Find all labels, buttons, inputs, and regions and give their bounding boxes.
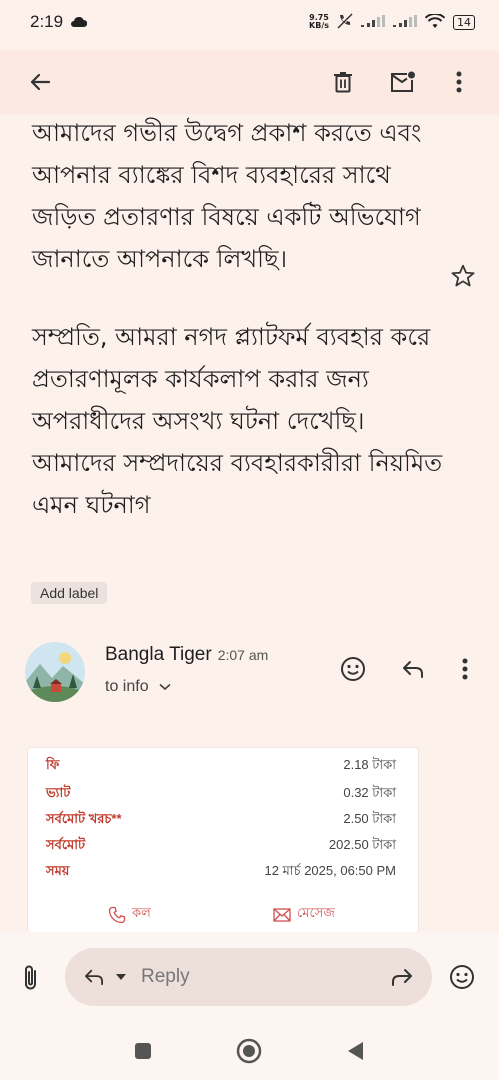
avatar-landscape-image — [25, 642, 85, 702]
cloud-icon — [71, 12, 88, 32]
receipt-row: সর্বমোট খরচ** 2.50 টাকা — [46, 810, 396, 830]
receipt-value: 2.18 টাকা — [343, 757, 396, 772]
home-button[interactable] — [234, 1036, 264, 1066]
back-triangle-icon — [348, 1042, 363, 1060]
back-nav-button[interactable] — [340, 1036, 370, 1066]
signal-1-icon — [361, 14, 385, 30]
delete-button[interactable] — [325, 64, 361, 100]
sender-name-line: Bangla Tiger 2:07 am — [105, 644, 268, 666]
receipt-actions: কল মেসেজ — [28, 900, 418, 930]
emoji-button[interactable] — [449, 964, 475, 994]
message-more-button[interactable] — [448, 652, 482, 686]
status-right: 9.75 KB/s 14 — [309, 12, 475, 32]
more-vert-icon — [462, 658, 468, 680]
message-header: Bangla Tiger 2:07 am to info — [0, 640, 499, 710]
recents-button[interactable] — [128, 1036, 158, 1066]
avatar[interactable] — [25, 642, 85, 702]
recipient-text: to info — [105, 678, 149, 695]
receipt-value: 202.50 টাকা — [328, 837, 396, 852]
recents-square-icon — [135, 1043, 151, 1059]
message-link[interactable]: মেসেজ — [273, 904, 335, 925]
back-arrow-icon — [30, 73, 51, 91]
signal-2-icon — [393, 14, 417, 30]
reply-button[interactable] — [396, 652, 430, 686]
net-speed: 9.75 KB/s — [309, 14, 329, 30]
reply-input[interactable]: Reply — [65, 948, 432, 1006]
receipt-row: ভ্যাট 0.32 টাকা — [46, 784, 396, 804]
net-speed-unit: KB/s — [309, 21, 329, 30]
email-toolbar — [0, 50, 499, 114]
receipt-label: সর্বমোট — [46, 837, 86, 852]
receipt-label: ভ্যাট — [46, 785, 71, 800]
emoji-react-button[interactable] — [336, 652, 370, 686]
receipt-label: সময় — [46, 863, 70, 878]
more-vert-icon — [456, 71, 462, 93]
star-icon — [451, 264, 475, 287]
call-label: কল — [132, 905, 151, 920]
receipt-label: সর্বমোট খরচ** — [46, 811, 122, 826]
star-button[interactable] — [447, 260, 479, 292]
reply-icon — [403, 661, 423, 678]
reply-type-dropdown-icon[interactable] — [115, 973, 127, 981]
home-circle-icon — [236, 1038, 262, 1064]
battery-level: 14 — [457, 15, 471, 29]
receipt-row: ফি 2.18 টাকা — [46, 756, 396, 776]
smiley-icon — [341, 657, 365, 681]
email-body: আমাদের গভীর উদ্বেগ প্রকাশ করতে এবং আপনার… — [32, 112, 452, 562]
battery-icon: 14 — [453, 14, 475, 30]
message-time: 2:07 am — [217, 647, 269, 663]
wifi-icon — [424, 12, 446, 31]
trash-icon — [334, 72, 352, 93]
receipt-label: ফি — [46, 757, 60, 772]
receipt-value: 12 মার্চ 2025, 06:50 PM — [264, 863, 396, 878]
back-button[interactable] — [22, 64, 58, 100]
no-call-icon — [337, 12, 353, 32]
forward-icon[interactable] — [390, 967, 414, 987]
system-nav-bar — [0, 1022, 499, 1080]
transaction-receipt: ফি 2.18 টাকা ভ্যাট 0.32 টাকা সর্বমোট খরচ… — [28, 748, 418, 932]
message-label: মেসেজ — [297, 905, 335, 920]
add-label-chip[interactable]: Add label — [31, 582, 108, 604]
phone-icon — [108, 906, 126, 923]
status-bar: 2:19 9.75 KB/s 14 — [0, 0, 499, 44]
smiley-icon — [450, 965, 474, 989]
mark-unread-button[interactable] — [385, 64, 421, 100]
paperclip-icon — [25, 965, 36, 990]
email-paragraph-1: আমাদের গভীর উদ্বেগ প্রকাশ করতে এবং আপনার… — [32, 119, 422, 273]
receipt-row: সর্বমোট 202.50 টাকা — [46, 836, 396, 856]
reply-bar: Reply — [0, 932, 499, 1022]
status-left: 2:19 — [30, 12, 88, 32]
receipt-value: 0.32 টাকা — [343, 785, 396, 800]
mark-unread-icon — [391, 71, 415, 92]
more-options-button[interactable] — [441, 64, 477, 100]
receipt-value: 2.50 টাকা — [343, 811, 396, 826]
call-link[interactable]: কল — [108, 904, 151, 925]
reply-placeholder: Reply — [141, 966, 190, 987]
email-paragraph-2: সম্প্রতি, আমরা নগদ প্ল্যাটফর্ম ব্যবহার ক… — [32, 323, 443, 519]
sender-name: Bangla Tiger — [105, 644, 212, 665]
attach-button[interactable] — [22, 964, 40, 996]
recipient-details[interactable]: to info — [105, 678, 171, 696]
reply-icon — [85, 969, 104, 986]
chevron-down-icon — [159, 683, 171, 691]
status-time: 2:19 — [30, 12, 64, 31]
envelope-icon — [273, 907, 291, 922]
receipt-row: সময় 12 মার্চ 2025, 06:50 PM — [46, 862, 396, 882]
